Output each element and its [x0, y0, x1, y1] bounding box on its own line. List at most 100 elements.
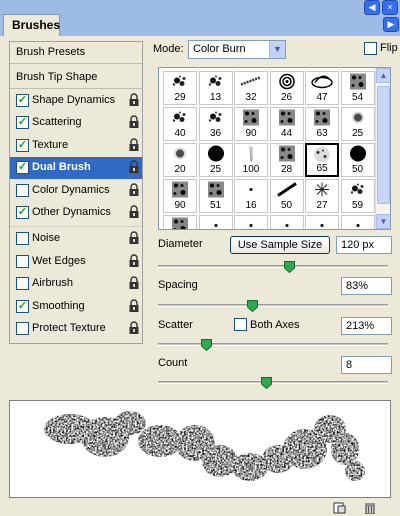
trash-icon[interactable]	[363, 502, 377, 514]
slider-thumb[interactable]	[284, 261, 296, 274]
count-label: Count	[158, 357, 188, 369]
brush-tile[interactable]: 32	[234, 71, 268, 105]
both-axes-checkbox[interactable]	[234, 318, 247, 331]
option-scattering[interactable]: ✓ Scattering	[10, 112, 142, 134]
lock-icon[interactable]	[128, 93, 140, 107]
brush-tile[interactable]: 54	[340, 71, 375, 105]
option-airbrush[interactable]: Airbrush	[10, 273, 142, 295]
brush-tile[interactable]: 50	[269, 179, 304, 213]
spacing-label: Spacing	[158, 279, 198, 291]
spacing-input[interactable]: 83%	[341, 277, 392, 295]
option-checkbox[interactable]: ✓	[16, 206, 29, 219]
spacing-slider[interactable]	[158, 300, 388, 313]
option-protect-texture[interactable]: Protect Texture	[10, 318, 142, 340]
brush-tile[interactable]	[305, 215, 339, 229]
slider-thumb[interactable]	[261, 377, 273, 390]
scatter-input[interactable]: 213%	[341, 317, 392, 335]
brush-grid-scrollbar[interactable]: ▲ ▼	[375, 68, 390, 229]
diameter-slider[interactable]	[158, 261, 388, 274]
brush-tile[interactable]: 28	[269, 143, 304, 177]
option-other-dynamics[interactable]: ✓ Other Dynamics	[10, 202, 142, 224]
brush-tile[interactable]: 59	[340, 179, 375, 213]
lock-icon[interactable]	[128, 115, 140, 129]
option-checkbox[interactable]: ✓	[16, 299, 29, 313]
brush-presets-item[interactable]: Brush Presets	[10, 42, 142, 64]
scroll-up-icon[interactable]: ▲	[376, 68, 390, 83]
option-checkbox[interactable]	[16, 183, 29, 197]
minimize-icon[interactable]: ◀	[364, 0, 380, 15]
mode-dropdown[interactable]: Color Burn ▼	[188, 40, 286, 59]
lock-icon[interactable]	[128, 138, 140, 152]
brush-tile[interactable]	[163, 215, 197, 229]
option-texture[interactable]: ✓ Texture	[10, 135, 142, 157]
mode-value: Color Burn	[193, 43, 246, 55]
brush-tile[interactable]: 47	[305, 71, 339, 105]
lock-icon[interactable]	[128, 182, 140, 197]
scroll-down-icon[interactable]: ▼	[376, 214, 390, 229]
new-brush-icon[interactable]	[333, 502, 347, 514]
option-checkbox[interactable]: ✓	[16, 161, 29, 175]
brush-tile[interactable]: 26	[269, 71, 304, 105]
brush-tile[interactable]: 100	[234, 143, 268, 177]
chevron-down-icon[interactable]: ▼	[269, 41, 285, 58]
option-checkbox[interactable]	[16, 277, 29, 291]
count-slider[interactable]	[158, 377, 388, 390]
scatter-slider[interactable]	[158, 339, 388, 352]
lock-icon[interactable]	[128, 321, 140, 335]
brush-tile[interactable]: 36	[198, 107, 233, 141]
option-noise[interactable]: Noise	[10, 228, 142, 250]
brush-tip-shape-item[interactable]: Brush Tip Shape	[10, 67, 142, 89]
brush-tile[interactable]	[234, 215, 268, 229]
brush-tile[interactable]: 65	[305, 143, 339, 177]
slider-thumb[interactable]	[201, 339, 213, 352]
option-smoothing[interactable]: ✓ Smoothing	[10, 296, 142, 318]
option-checkbox[interactable]	[16, 254, 29, 268]
brush-tile[interactable]: 20	[163, 143, 197, 177]
brush-tile[interactable]: 29	[163, 71, 197, 105]
use-sample-size-button[interactable]: Use Sample Size	[230, 236, 330, 254]
slider-thumb[interactable]	[247, 300, 259, 313]
brush-tile[interactable]: 90	[163, 179, 197, 213]
brush-tile[interactable]: 16	[234, 179, 268, 213]
brush-tile[interactable]: 50	[340, 143, 375, 177]
brush-texture-icon	[345, 73, 371, 94]
brush-tile[interactable]: 44	[269, 107, 304, 141]
brush-tile[interactable]: 25	[340, 107, 375, 141]
brush-tile[interactable]: 25	[198, 143, 233, 177]
scrollbar-thumb[interactable]	[377, 86, 390, 204]
brush-tile[interactable]: 40	[163, 107, 197, 141]
brush-streak-d-icon	[274, 181, 300, 202]
brush-tile[interactable]: 13	[198, 71, 233, 105]
flip-checkbox[interactable]	[364, 42, 377, 55]
diameter-input[interactable]: 120 px	[336, 236, 392, 254]
option-shape-dynamics[interactable]: ✓ Shape Dynamics	[10, 90, 142, 112]
option-dual-brush[interactable]: ✓ Dual Brush	[10, 157, 142, 180]
option-checkbox[interactable]	[16, 232, 29, 246]
lock-icon[interactable]	[128, 205, 140, 219]
option-checkbox[interactable]: ✓	[16, 116, 29, 130]
option-checkbox[interactable]: ✓	[16, 94, 29, 107]
brush-splatter-icon	[203, 109, 229, 130]
count-input[interactable]: 8	[341, 356, 392, 374]
lock-icon[interactable]	[128, 160, 140, 174]
brush-tile[interactable]: 63	[305, 107, 339, 141]
brush-tile[interactable]	[340, 215, 375, 229]
brush-texture-icon	[274, 145, 300, 166]
lock-icon[interactable]	[128, 231, 140, 245]
brush-tile[interactable]: 51	[198, 179, 233, 213]
panel-menu-icon[interactable]: ▶	[383, 17, 399, 32]
option-wet-edges[interactable]: Wet Edges	[10, 251, 142, 273]
brush-tile[interactable]: 27	[305, 179, 339, 213]
tab-brushes[interactable]: Brushes	[3, 14, 60, 36]
lock-icon[interactable]	[128, 276, 140, 290]
lock-icon[interactable]	[128, 254, 140, 268]
option-label: Shape Dynamics	[32, 94, 116, 106]
close-icon[interactable]: ×	[382, 0, 398, 15]
brush-tile[interactable]	[198, 215, 233, 229]
option-color-dynamics[interactable]: Color Dynamics	[10, 180, 142, 202]
brush-tile[interactable]	[269, 215, 304, 229]
brush-tile[interactable]: 90	[234, 107, 268, 141]
option-checkbox[interactable]	[16, 322, 29, 335]
option-checkbox[interactable]: ✓	[16, 138, 29, 152]
lock-icon[interactable]	[128, 298, 140, 313]
